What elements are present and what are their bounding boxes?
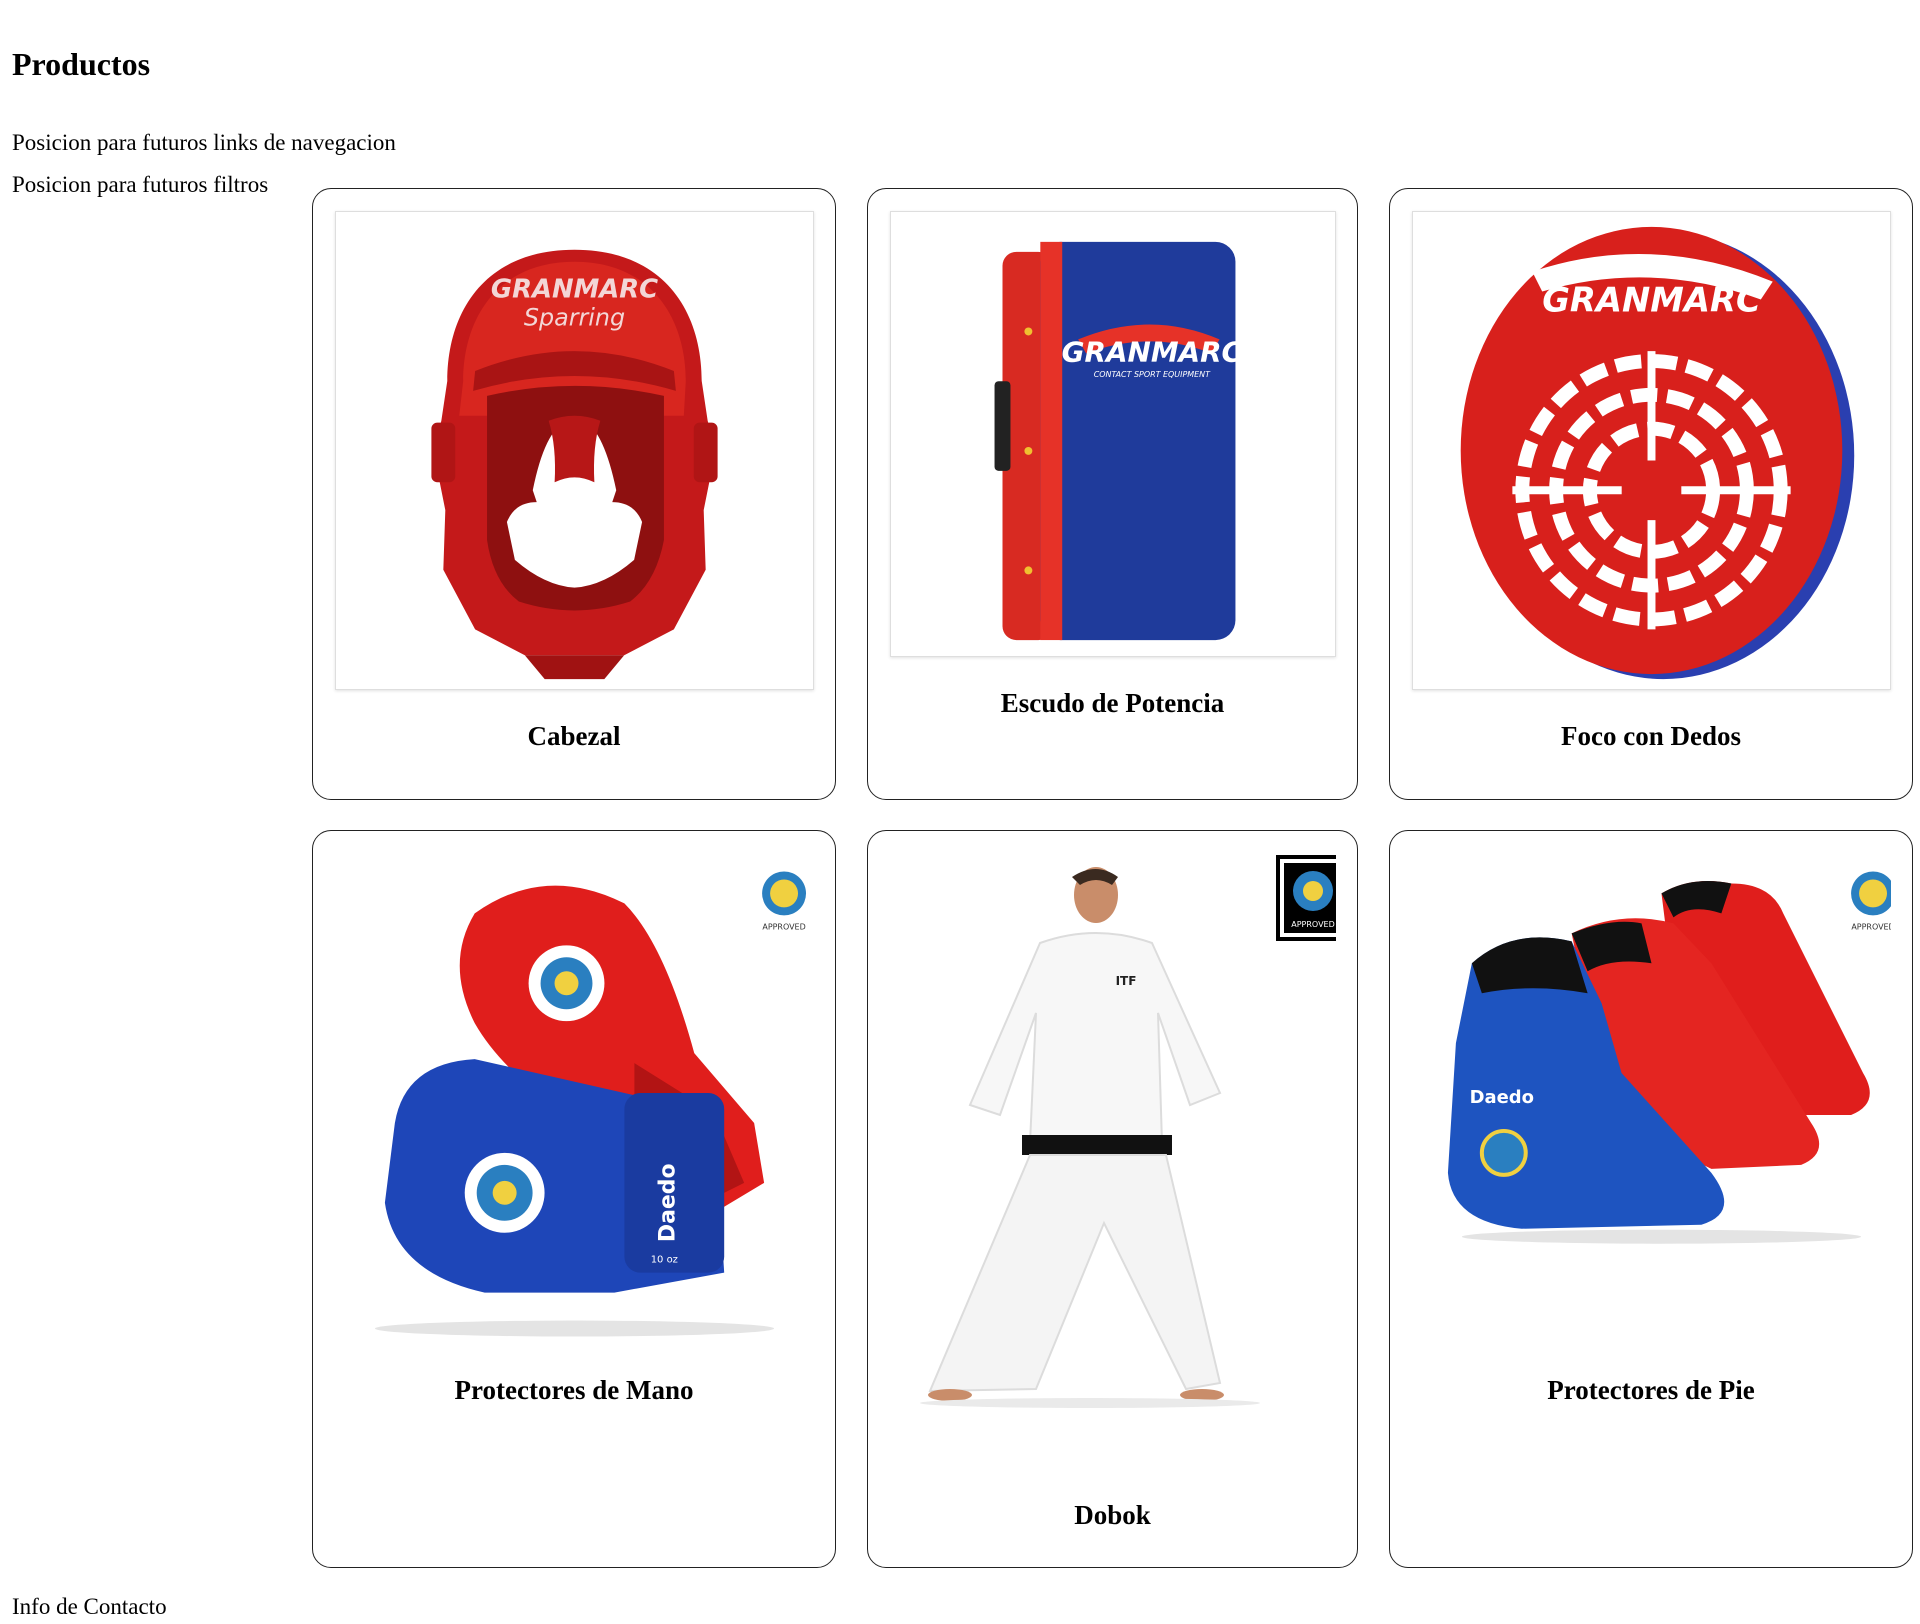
headgear-illustration: GRANMARC Sparring — [431, 249, 718, 680]
focus-mitt-illustration: GRANMARC — [1460, 226, 1855, 680]
contact-info-footer: Info de Contacto — [12, 1594, 167, 1619]
headgear-model-text: Sparring — [524, 303, 625, 331]
product-image-kick-shield[interactable]: GRANMARC CONTACT SPORT EQUIPMENT — [890, 211, 1336, 657]
boxing-gloves-illustration: APPROVED Daedo 10 oz — [374, 871, 807, 1337]
gloves-brand-text: Daedo — [655, 1163, 680, 1242]
foot-brand-text: Daedo — [1470, 1087, 1534, 1108]
product-title[interactable]: Protectores de Mano — [313, 1373, 835, 1407]
product-image-foot-protectors[interactable]: APPROVED Daedo — [1412, 853, 1891, 1353]
filters-placeholder: Posicion para futuros filtros — [12, 172, 269, 197]
product-card-protectores-de-pie[interactable]: APPROVED Daedo Protectores de Pie — [1389, 830, 1913, 1568]
shield-tagline-text: CONTACT SPORT EQUIPMENT — [1094, 370, 1211, 379]
kick-shield-illustration: GRANMARC CONTACT SPORT EQUIPMENT — [994, 241, 1243, 641]
headgear-brand-text: GRANMARC — [491, 274, 658, 304]
page-title: Productos — [12, 46, 151, 82]
foot-protectors-illustration: APPROVED Daedo — [1447, 871, 1891, 1244]
product-title[interactable]: Cabezal — [313, 719, 835, 753]
product-image-boxing-gloves[interactable]: APPROVED Daedo 10 oz — [335, 853, 814, 1353]
foot-badge-text: APPROVED — [1851, 922, 1891, 931]
gloves-size-text: 10 oz — [651, 1255, 678, 1266]
product-image-headgear[interactable]: GRANMARC Sparring — [335, 211, 814, 690]
product-card-cabezal[interactable]: GRANMARC Sparring Cabezal — [312, 188, 836, 800]
mitt-brand-text: GRANMARC — [1542, 280, 1761, 319]
product-title[interactable]: Escudo de Potencia — [868, 686, 1357, 720]
dobok-chest-text: ITF — [1116, 974, 1137, 988]
product-card-protectores-de-mano[interactable]: APPROVED Daedo 10 oz Protectores de Mano — [312, 830, 836, 1568]
product-card-dobok[interactable]: APPROVED ITF Dobok — [867, 830, 1358, 1568]
gloves-badge-text: APPROVED — [762, 922, 805, 931]
product-image-focus-mitt[interactable]: GRANMARC — [1412, 211, 1891, 690]
dobok-badge-text: APPROVED — [1291, 920, 1335, 929]
navigation-placeholder: Posicion para futuros links de navegacio… — [12, 130, 396, 155]
dobok-athlete-illustration: APPROVED ITF — [920, 855, 1336, 1408]
product-card-escudo-de-potencia[interactable]: GRANMARC CONTACT SPORT EQUIPMENT Escudo … — [867, 188, 1358, 800]
product-image-dobok[interactable]: APPROVED ITF — [890, 843, 1336, 1443]
product-title[interactable]: Dobok — [868, 1498, 1357, 1532]
product-card-foco-con-dedos[interactable]: GRANMARC Foco con Dedos — [1389, 188, 1913, 800]
product-title[interactable]: Foco con Dedos — [1390, 719, 1912, 753]
shield-brand-text: GRANMARC — [1062, 335, 1243, 368]
product-title[interactable]: Protectores de Pie — [1390, 1373, 1912, 1407]
